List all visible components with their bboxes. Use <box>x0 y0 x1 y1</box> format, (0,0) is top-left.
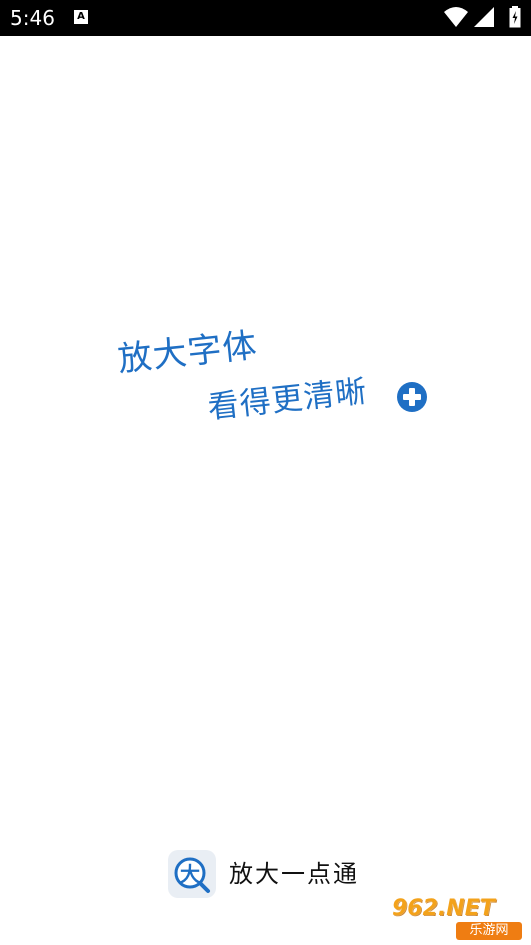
status-bar: 5:46 A <box>0 0 531 36</box>
logo-char: 大 <box>180 862 200 886</box>
watermark: 962.NET 乐游网 <box>392 896 528 942</box>
watermark-site-name: 乐游网 <box>456 922 522 940</box>
plus-circle-icon <box>397 382 427 412</box>
app-logo: 大 <box>168 850 216 898</box>
wifi-icon <box>444 7 468 27</box>
slogan-line-2: 看得更清晰 <box>206 373 370 426</box>
watermark-site: 962.NET <box>392 896 495 921</box>
app-name: 放大一点通 <box>229 860 359 888</box>
status-time: 5:46 <box>10 6 55 30</box>
battery-icon <box>509 6 521 28</box>
signal-icon <box>474 7 494 27</box>
slogan: 放大字体 看得更清晰 <box>0 0 531 945</box>
splash-screen: 5:46 A 放大字体 看得更清晰 大 放大一点通 962.NET 乐游网 <box>0 0 531 945</box>
notification-a-icon: A <box>74 10 88 24</box>
slogan-line-1: 放大字体 <box>115 325 260 380</box>
magnifier-logo-icon: 大 <box>174 857 210 893</box>
